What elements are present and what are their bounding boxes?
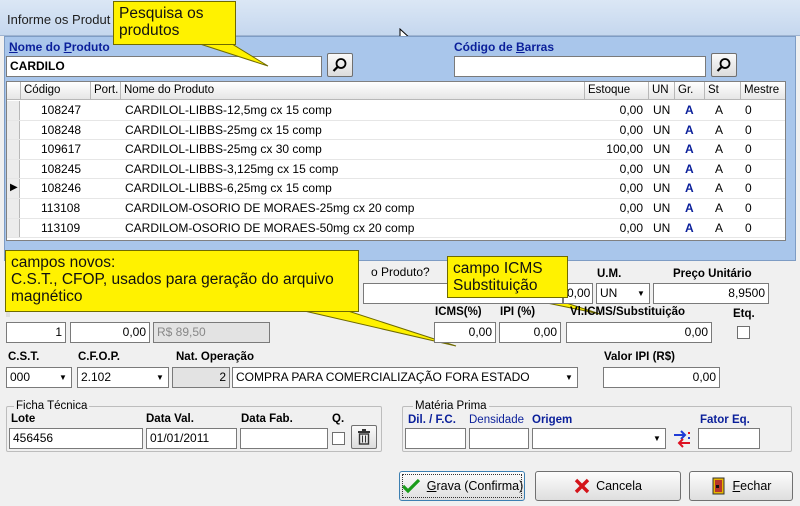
cfop-select[interactable]: 2.102 ▼ <box>77 367 169 388</box>
close-icon <box>574 478 590 494</box>
um-select[interactable]: UN ▼ <box>596 283 650 304</box>
etq-label: Etq. <box>733 308 755 320</box>
um-label: U.M. <box>597 268 622 280</box>
q-checkbox[interactable] <box>332 432 345 445</box>
fechar-button-label: Fechar <box>732 479 772 493</box>
callout-campos-novos-text: campos novos: C.S.T., CFOP, usados para … <box>11 254 334 305</box>
desconto-input[interactable]: 0,00 <box>70 322 150 343</box>
um-select-value: UN <box>600 286 618 300</box>
icms-label: ICMS(%) <box>435 306 482 318</box>
grava-button-label: Grava (Confirma) <box>426 479 524 493</box>
lote-label: Lote <box>11 413 36 425</box>
materia-prima-legend: Matéria Prima <box>413 400 489 412</box>
valor-ipi-input[interactable]: 0,00 <box>603 367 720 388</box>
exit-door-icon <box>712 477 725 495</box>
data-fab-label: Data Fab. <box>241 413 293 425</box>
cancela-button-label: Cancela <box>596 479 642 493</box>
q-label: Q. <box>332 413 345 425</box>
densidade-label: Densidade <box>469 414 524 426</box>
dil-fc-label: Dil. / F.C. <box>408 414 456 426</box>
origem-label: Origem <box>532 414 573 426</box>
chevron-down-icon: ▼ <box>565 373 573 382</box>
valor-ipi-label: Valor IPI (R$) <box>604 351 675 363</box>
chevron-down-icon: ▼ <box>156 373 164 382</box>
nat-operacao-code: 2 <box>172 367 230 388</box>
fator-eq-label: Fator Eq. <box>700 414 750 426</box>
cst-select[interactable]: 000 ▼ <box>6 367 72 388</box>
trash-icon <box>358 429 370 445</box>
nat-operacao-select[interactable]: COMPRA PARA COMERCIALIZAÇÃO FORA ESTADO … <box>232 367 578 388</box>
nat-operacao-select-value: COMPRA PARA COMERCIALIZAÇÃO FORA ESTADO <box>236 370 530 384</box>
cfop-label: C.F.O.P. <box>78 351 120 363</box>
cst-select-value: 000 <box>10 370 31 384</box>
lote-input[interactable]: 456456 <box>9 428 143 449</box>
nat-operacao-label: Nat. Operação <box>176 351 254 363</box>
produto-question: o Produto? <box>371 265 430 279</box>
cfop-select-value: 2.102 <box>81 370 112 384</box>
chevron-down-icon: ▼ <box>59 373 67 382</box>
data-val-input[interactable]: 01/01/2011 <box>146 428 237 449</box>
chevron-down-icon: ▼ <box>653 434 661 443</box>
check-icon <box>401 478 420 494</box>
dil-fc-input[interactable] <box>405 428 466 449</box>
fator-eq-input[interactable] <box>698 428 760 449</box>
ipi-input[interactable]: 0,00 <box>499 322 561 343</box>
vl-icms-input[interactable]: 0,00 <box>566 322 712 343</box>
preco-label: Preço Unitário <box>673 268 752 280</box>
total-field: R$ 89,50 <box>153 322 270 343</box>
ipi-label: IPI (%) <box>500 306 536 318</box>
quantidade-input[interactable]: 1 <box>6 322 66 343</box>
data-val-label: Data Val. <box>146 413 194 425</box>
callout-pesquisa: Pesquisa os produtos <box>113 1 236 45</box>
densidade-input[interactable] <box>469 428 529 449</box>
transfer-icon[interactable] <box>671 429 693 452</box>
chevron-down-icon: ▼ <box>637 289 645 298</box>
transfer-arrows-icon <box>674 430 690 448</box>
cst-label: C.S.T. <box>8 351 40 363</box>
preco-input[interactable]: 8,9500 <box>653 283 769 304</box>
data-fab-input[interactable] <box>240 428 328 449</box>
ficha-tecnica-legend: Ficha Técnica <box>14 400 90 412</box>
cancela-button[interactable]: Cancela <box>535 471 681 501</box>
fechar-button[interactable]: Fechar <box>689 471 793 501</box>
etq-checkbox[interactable] <box>737 326 750 339</box>
grava-button[interactable]: Grava (Confirma) <box>399 471 525 501</box>
icms-input[interactable]: 0,00 <box>434 322 496 343</box>
callout-icms-sub: campo ICMS Substituição <box>447 256 568 298</box>
vl-icms-label: Vl.ICMS/Substituição <box>570 306 686 318</box>
delete-button[interactable] <box>351 425 377 449</box>
origem-select[interactable]: ▼ <box>532 428 666 449</box>
callout-campos-novos: campos novos: C.S.T., CFOP, usados para … <box>5 250 359 312</box>
